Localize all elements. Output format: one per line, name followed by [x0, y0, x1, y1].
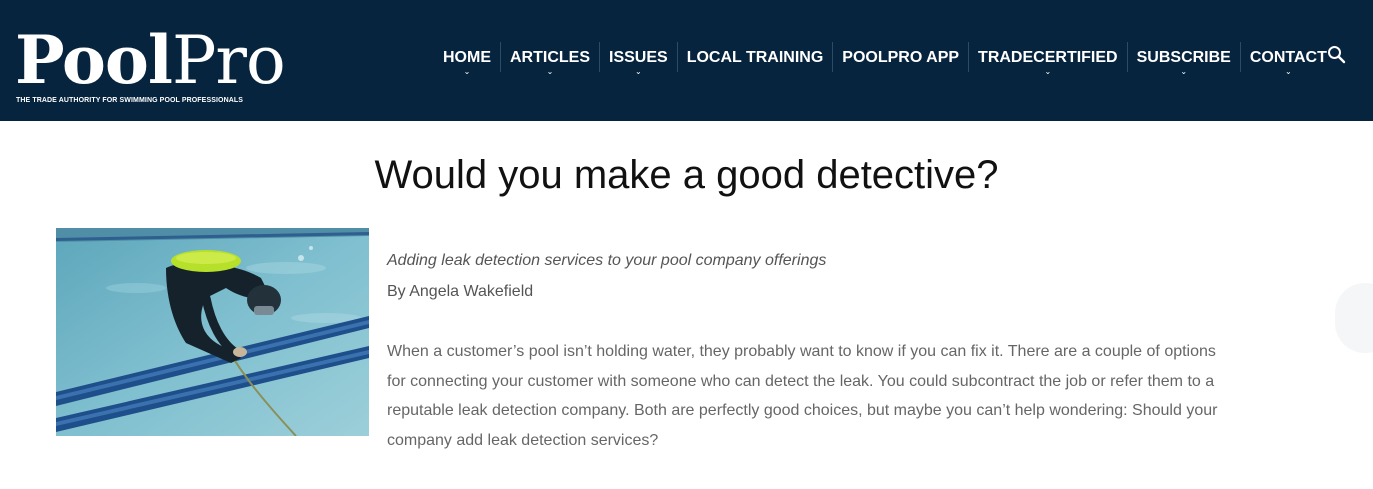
- nav-label: CONTACT: [1249, 49, 1327, 66]
- logo-wordmark: PoolPro: [15, 21, 286, 99]
- nav-item-home[interactable]: HOME ⌄: [434, 42, 500, 76]
- site-header: PoolPro THE TRADE AUTHORITY FOR SWIMMING…: [0, 0, 1373, 121]
- chevron-down-icon: ⌄: [1044, 67, 1052, 76]
- main-nav: HOME ⌄ ARTICLES ⌄ ISSUES ⌄ LOCAL TRAININ…: [434, 42, 1336, 80]
- nav-label: POOLPRO APP: [842, 49, 960, 66]
- poolpro-logo[interactable]: PoolPro THE TRADE AUTHORITY FOR SWIMMING…: [15, 22, 315, 112]
- nav-item-issues[interactable]: ISSUES ⌄: [599, 42, 677, 76]
- nav-label: ARTICLES: [510, 49, 590, 66]
- article-byline: By Angela Wakefield: [387, 283, 534, 300]
- nav-label: ISSUES: [609, 49, 668, 66]
- chevron-down-icon: ⌄: [1180, 67, 1188, 76]
- nav-item-articles[interactable]: ARTICLES ⌄: [500, 42, 599, 76]
- chevron-down-icon: ⌄: [546, 67, 554, 76]
- nav-label: TRADECERTIFIED: [978, 49, 1118, 66]
- logo-pool: Pool: [15, 21, 173, 99]
- article-subtitle: Adding leak detection services to your p…: [387, 252, 827, 269]
- nav-label: LOCAL TRAINING: [686, 49, 824, 66]
- logo-pro: Pro: [171, 22, 286, 99]
- nav-label: SUBSCRIBE: [1136, 49, 1231, 66]
- nav-item-local-training[interactable]: LOCAL TRAINING: [676, 42, 833, 72]
- chevron-down-icon: ⌄: [463, 67, 471, 76]
- article-body: When a customer’s pool isn’t holding wat…: [387, 343, 1218, 449]
- nav-item-tradecertified[interactable]: TRADECERTIFIED ⌄: [968, 42, 1127, 76]
- search-icon[interactable]: [1326, 44, 1348, 66]
- nav-item-poolpro-app[interactable]: POOLPRO APP: [832, 42, 968, 72]
- article-title: Would you make a good detective?: [374, 153, 999, 197]
- nav-item-subscribe[interactable]: SUBSCRIBE ⌄: [1126, 42, 1240, 76]
- chevron-down-icon: ⌄: [1285, 67, 1292, 76]
- side-widget-edge: [1335, 283, 1373, 353]
- chevron-down-icon: ⌄: [634, 67, 642, 76]
- nav-item-contact[interactable]: CONTACT ⌄: [1239, 42, 1336, 76]
- nav-label: HOME: [443, 49, 491, 66]
- article-image[interactable]: [56, 228, 369, 437]
- logo-tagline: THE TRADE AUTHORITY FOR SWIMMING POOL PR…: [16, 97, 244, 104]
